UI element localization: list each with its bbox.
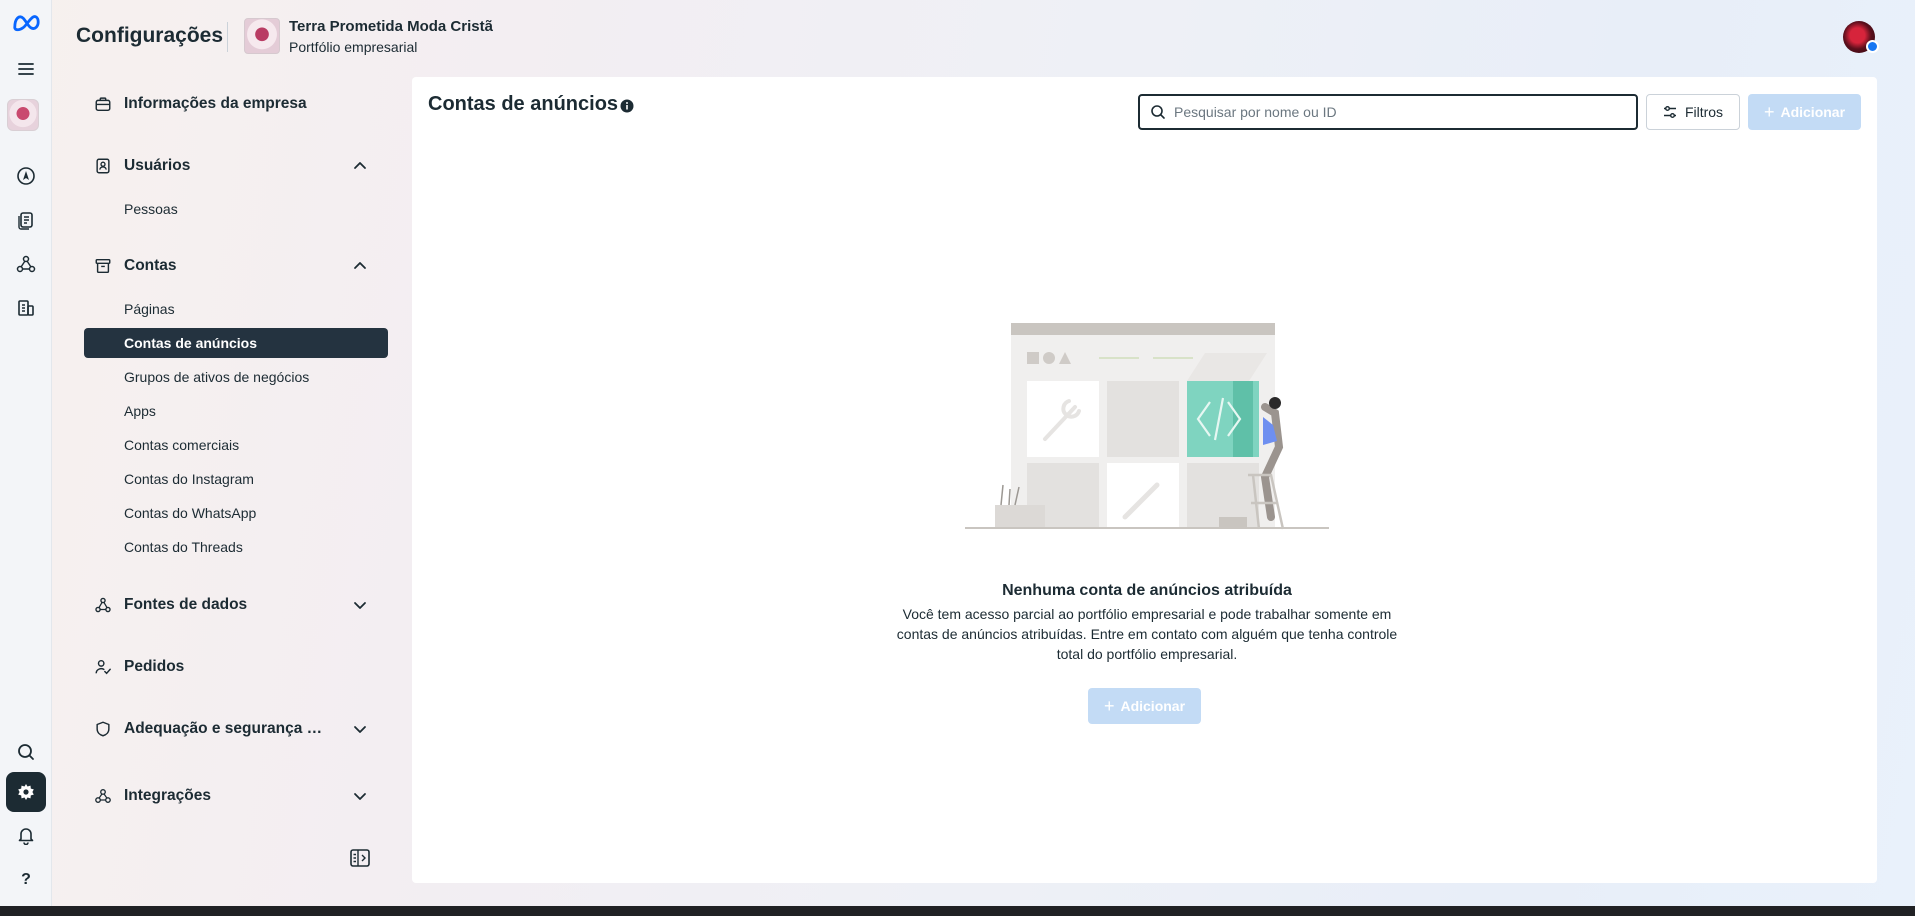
sidebar-item-apps[interactable]: Apps	[84, 396, 388, 426]
bell-icon[interactable]	[6, 815, 46, 855]
menu-icon[interactable]	[6, 49, 46, 89]
add-button[interactable]: + Adicionar	[1748, 94, 1861, 130]
add-label: Adicionar	[1780, 104, 1846, 120]
person-check-icon	[95, 659, 111, 675]
archive-icon	[95, 258, 111, 274]
filters-button[interactable]: Filtros	[1646, 94, 1740, 130]
search-box[interactable]	[1138, 94, 1638, 130]
info-icon[interactable]	[620, 99, 634, 113]
sidebar-item-requests[interactable]: Pedidos	[84, 649, 388, 685]
chevron-down-icon	[354, 793, 366, 800]
sidebar-item-label: Pedidos	[124, 658, 185, 675]
sidebar-item-label: Contas	[124, 257, 177, 274]
empty-state-body: Você tem acesso parcial ao portfólio emp…	[896, 606, 1398, 662]
sidebar-item-label: Fontes de dados	[124, 596, 248, 613]
shield-icon	[96, 721, 110, 737]
gear-icon[interactable]	[6, 772, 46, 812]
sidebar-item-instagram-accounts[interactable]: Contas do Instagram	[84, 464, 388, 494]
search-icon[interactable]	[6, 732, 46, 772]
empty-state-title: Nenhuma conta de anúncios atribuída	[1002, 582, 1292, 599]
header-divider	[227, 22, 228, 52]
sidebar-item-threads-accounts[interactable]: Contas do Threads	[84, 532, 388, 562]
documents-icon[interactable]	[6, 200, 46, 240]
section-title: Contas de anúncios	[428, 93, 619, 115]
compass-icon[interactable]	[6, 156, 46, 196]
sidebar-item-users[interactable]: Usuários	[84, 148, 388, 184]
plus-icon: +	[1103, 696, 1115, 716]
left-rail: ?	[0, 0, 52, 906]
add-label: Adicionar	[1120, 698, 1186, 714]
billing-icon[interactable]	[6, 288, 46, 328]
plus-icon: +	[1763, 102, 1775, 122]
meta-logo-icon[interactable]	[6, 2, 46, 42]
chevron-up-icon	[354, 162, 366, 169]
sidebar-item-people[interactable]: Pessoas	[84, 194, 388, 224]
sidebar-item-label: Integrações	[124, 787, 212, 804]
main-panel: Contas de anúncios Filtros + Adicionar	[412, 77, 1877, 883]
collapse-sidebar-icon[interactable]	[350, 849, 370, 867]
chevron-up-icon	[354, 262, 366, 269]
integrations-icon	[95, 789, 111, 803]
sidebar-item-accounts[interactable]: Contas	[84, 248, 388, 284]
sidebar-item-ad-accounts[interactable]: Contas de anúncios	[84, 328, 388, 358]
help-label: ?	[21, 871, 31, 888]
business-name[interactable]: Terra Prometida Moda Cristã	[289, 18, 493, 35]
add-button-empty-state[interactable]: + Adicionar	[1088, 688, 1201, 724]
sidebar-item-brand-safety[interactable]: Adequação e segurança para a marca	[84, 711, 388, 747]
briefcase-icon	[95, 97, 111, 112]
business-subtitle: Portfólio empresarial	[289, 39, 418, 55]
sidebar-item-company-info[interactable]: Informações da empresa	[84, 86, 388, 122]
help-icon[interactable]: ?	[6, 860, 46, 900]
sidebar-item-label: Informações da empresa	[124, 95, 307, 112]
sidebar-item-label: Adequação e segurança para a marca	[124, 720, 330, 737]
chevron-down-icon	[354, 726, 366, 733]
facebook-badge-icon	[1866, 40, 1879, 53]
sidebar-item-commercial-accounts[interactable]: Contas comerciais	[84, 430, 388, 460]
business-avatar[interactable]	[7, 99, 39, 131]
window-bottom-bar	[0, 906, 1915, 916]
chevron-down-icon	[354, 602, 366, 609]
sidebar-item-data-sources[interactable]: Fontes de dados	[84, 587, 388, 623]
search-input[interactable]	[1174, 98, 1636, 126]
sidebar-item-whatsapp-accounts[interactable]: Contas do WhatsApp	[84, 498, 388, 528]
page-title: Configurações	[76, 24, 224, 47]
sidebar-item-label: Usuários	[124, 157, 191, 174]
sidebar-item-pages[interactable]: Páginas	[84, 294, 388, 324]
empty-state-illustration	[965, 323, 1329, 530]
network-icon[interactable]	[6, 244, 46, 284]
data-sources-icon	[95, 597, 111, 613]
business-logo[interactable]	[244, 18, 280, 54]
sliders-icon	[1663, 106, 1676, 118]
sidebar-item-business-asset-groups[interactable]: Grupos de ativos de negócios	[84, 362, 388, 392]
search-icon	[1151, 105, 1165, 119]
id-badge-icon	[96, 158, 110, 174]
sidebar-item-integrations[interactable]: Integrações	[84, 778, 388, 814]
filters-label: Filtros	[1684, 104, 1724, 120]
